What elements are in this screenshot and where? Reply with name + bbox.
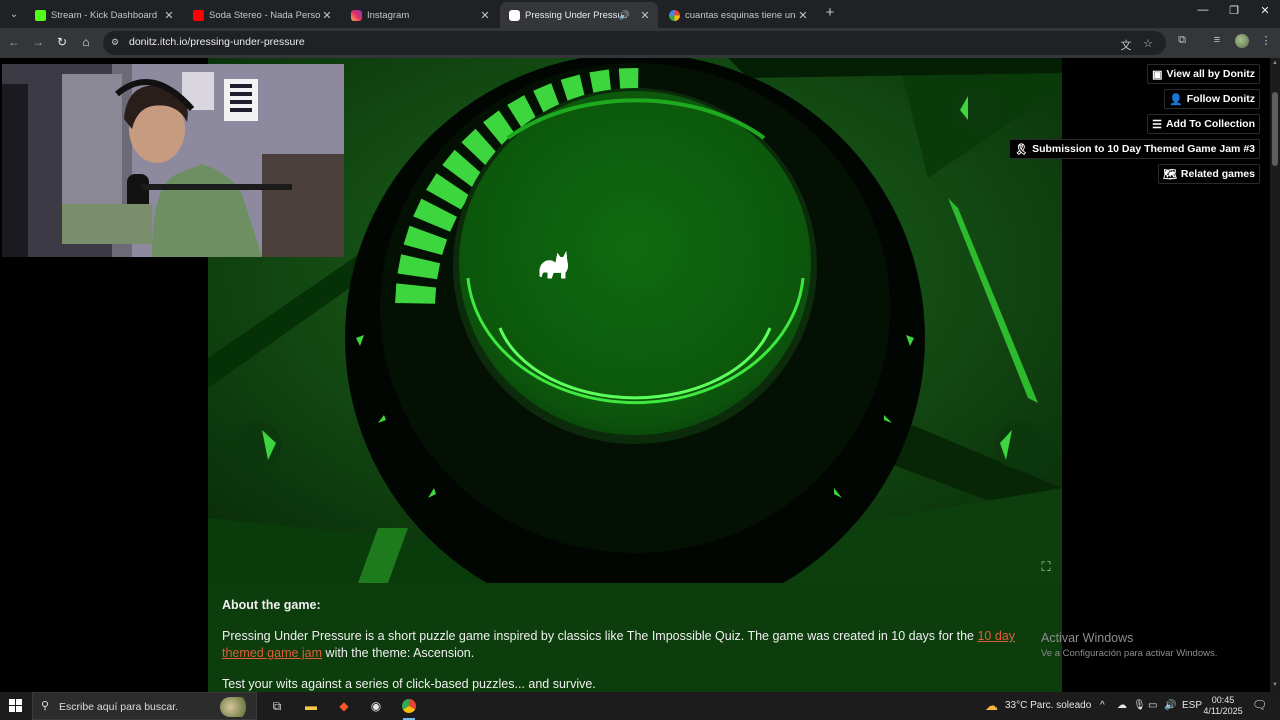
back-icon[interactable]: ← (7, 35, 21, 49)
tab-instagram[interactable]: Instagram ✕ (342, 2, 498, 28)
weather-icon[interactable]: ☁ (985, 698, 998, 714)
kick-icon (35, 9, 46, 21)
windows-taskbar: ⚲ Escribe aquí para buscar. ⧉ ▬ ◆ ◉ ☁ 33… (0, 692, 1280, 720)
game-description: About the game: Pressing Under Pressure … (208, 583, 1062, 692)
chrome-icon[interactable] (400, 697, 418, 720)
ribbon-icon: 🎗 (1014, 143, 1029, 156)
button-label: View all by Donitz (1166, 68, 1256, 80)
tab-label: Soda Stereo - Nada Personal (C (209, 9, 320, 21)
new-tab-button[interactable]: + (822, 5, 838, 21)
scroll-up-icon[interactable]: ▲ (1271, 60, 1279, 66)
home-icon[interactable]: ⌂ (79, 35, 93, 49)
weather-text[interactable]: 33°C Parc. soleado (1005, 700, 1091, 711)
page-content: ⛶ About the game: Pressing Under Pressur… (0, 58, 1270, 692)
description-text: Pressing Under Pressure is a short puzzl… (222, 629, 978, 643)
task-view-icon[interactable]: ⧉ (268, 697, 286, 715)
restore-icon[interactable]: ❐ (1226, 4, 1242, 17)
search-placeholder: Escribe aquí para buscar. (59, 701, 179, 713)
jam-submission-button[interactable]: 🎗 Submission to 10 Day Themed Game Jam #3 (1009, 139, 1260, 159)
button-label: Add To Collection (1165, 118, 1255, 130)
description-paragraph-2: Test your wits against a series of click… (222, 677, 596, 691)
site-info-icon[interactable]: ⚙ (111, 37, 122, 48)
about-heading: About the game: (222, 598, 321, 612)
show-hidden-icons[interactable]: ^ (1100, 700, 1105, 711)
clock-time: 00:45 (1211, 695, 1235, 705)
search-icon: ⚲ (41, 700, 50, 712)
close-window-icon[interactable]: ✕ (1257, 4, 1273, 17)
tab-label: Pressing Under Pressure by (525, 9, 619, 21)
watermark-title: Activar Windows (1041, 631, 1134, 645)
page-scrollbar[interactable]: ▲ ▼ (1270, 58, 1280, 692)
tab-search-icon[interactable]: ⌄ (5, 5, 23, 23)
file-explorer-icon[interactable]: ▬ (302, 697, 320, 715)
profile-avatar[interactable] (1235, 34, 1249, 48)
follow-button[interactable]: 👤 Follow Donitz (1164, 89, 1260, 109)
cat-icon[interactable] (536, 239, 575, 281)
fullscreen-icon[interactable]: ⛶ (1038, 559, 1054, 575)
youtube-icon (193, 9, 204, 21)
user-tools: ▣ View all by Donitz 👤 Follow Donitz ☰ Add … (1009, 64, 1260, 184)
minimize-icon[interactable]: — (1195, 4, 1211, 16)
tab-soda-stereo[interactable]: Soda Stereo - Nada Personal (C ✕ (184, 2, 340, 28)
follow-icon: 👤 (1169, 93, 1183, 106)
close-tab-icon[interactable]: ✕ (478, 9, 492, 22)
bookmark-star-icon[interactable]: ☆ (1141, 37, 1155, 50)
windows-start-icon[interactable] (9, 699, 22, 712)
button-label: Submission to 10 Day Themed Game Jam #3 (1032, 143, 1255, 155)
tab-kick-dashboard[interactable]: Stream - Kick Dashboard ✕ (26, 2, 182, 28)
reload-icon[interactable]: ↻ (55, 35, 69, 49)
view-all-button[interactable]: ▣ View all by Donitz (1147, 64, 1260, 84)
extensions-icon[interactable]: ⧉ (1175, 34, 1189, 47)
scrollbar-thumb[interactable] (1272, 92, 1278, 166)
brave-browser-icon[interactable]: ◆ (335, 697, 353, 715)
close-tab-icon[interactable]: ✕ (162, 9, 176, 22)
taskbar-clock[interactable]: 00:45 4/11/2025 (1202, 695, 1244, 717)
tab-strip: ⌄ Stream - Kick Dashboard ✕ Soda Stereo … (0, 0, 1280, 28)
close-tab-icon[interactable]: ✕ (796, 9, 810, 22)
search-highlight-icon (220, 697, 250, 717)
tab-label: Instagram (367, 9, 410, 21)
network-icon[interactable]: ▭ (1148, 700, 1157, 711)
language-indicator[interactable]: ESP (1182, 700, 1202, 711)
description-text: with the theme: Ascension. (322, 646, 475, 660)
clock-date: 4/11/2025 (1203, 706, 1243, 716)
add-list-icon: ☰ (1152, 118, 1162, 131)
tab-label: cuantas esquinas tiene una estr (685, 9, 796, 21)
obs-icon[interactable]: ◉ (367, 697, 385, 715)
close-tab-icon[interactable]: ✕ (320, 9, 334, 22)
watermark-subtitle: Ve a Configuración para activar Windows. (1041, 648, 1218, 659)
scroll-down-icon[interactable]: ▼ (1271, 682, 1279, 688)
microphone-icon[interactable]: 🎙 (1133, 700, 1146, 711)
taskbar-search[interactable]: ⚲ Escribe aquí para buscar. (32, 692, 257, 720)
itch-icon (509, 9, 520, 21)
tab-google-search[interactable]: cuantas esquinas tiene una estr ✕ (660, 2, 816, 28)
close-tab-icon[interactable]: ✕ (638, 9, 652, 22)
google-icon (669, 9, 680, 21)
url-text[interactable]: donitz.itch.io/pressing-under-pressure (129, 36, 305, 48)
audio-playing-icon[interactable]: 🔊 (619, 10, 630, 21)
browser-toolbar: ← → ↻ ⌂ ⚙ donitz.itch.io/pressing-under-… (0, 28, 1280, 58)
notifications-icon[interactable]: 🗨 (1252, 698, 1267, 712)
add-to-collection-button[interactable]: ☰ Add To Collection (1147, 114, 1260, 134)
button-label: Follow Donitz (1186, 93, 1255, 105)
address-bar[interactable]: ⚙ donitz.itch.io/pressing-under-pressure… (103, 31, 1166, 55)
windows-activation-watermark: Activar Windows Ve a Configuración para … (1041, 631, 1217, 659)
map-icon: 🗺 (1162, 168, 1177, 181)
translate-icon[interactable]: 文 (1119, 37, 1133, 53)
media-control-icon[interactable]: ≡ (1210, 34, 1224, 46)
network-app-icon[interactable]: ☁ (1117, 700, 1127, 711)
webcam-overlay (2, 64, 344, 257)
tab-label: Stream - Kick Dashboard (51, 9, 158, 21)
gallery-icon: ▣ (1152, 68, 1163, 81)
button-label: Related games (1180, 168, 1255, 180)
forward-icon[interactable]: → (31, 35, 45, 49)
related-games-button[interactable]: 🗺 Related games (1157, 164, 1260, 184)
description-paragraph: Pressing Under Pressure is a short puzzl… (222, 628, 1042, 662)
webcam-image (2, 64, 344, 257)
chrome-logo (402, 699, 416, 713)
tab-pressing-under-pressure[interactable]: Pressing Under Pressure by 🔊 ✕ (500, 2, 658, 28)
instagram-icon (351, 9, 362, 21)
volume-icon[interactable]: 🔊 (1164, 700, 1176, 711)
menu-icon[interactable]: ⋮ (1259, 34, 1273, 47)
